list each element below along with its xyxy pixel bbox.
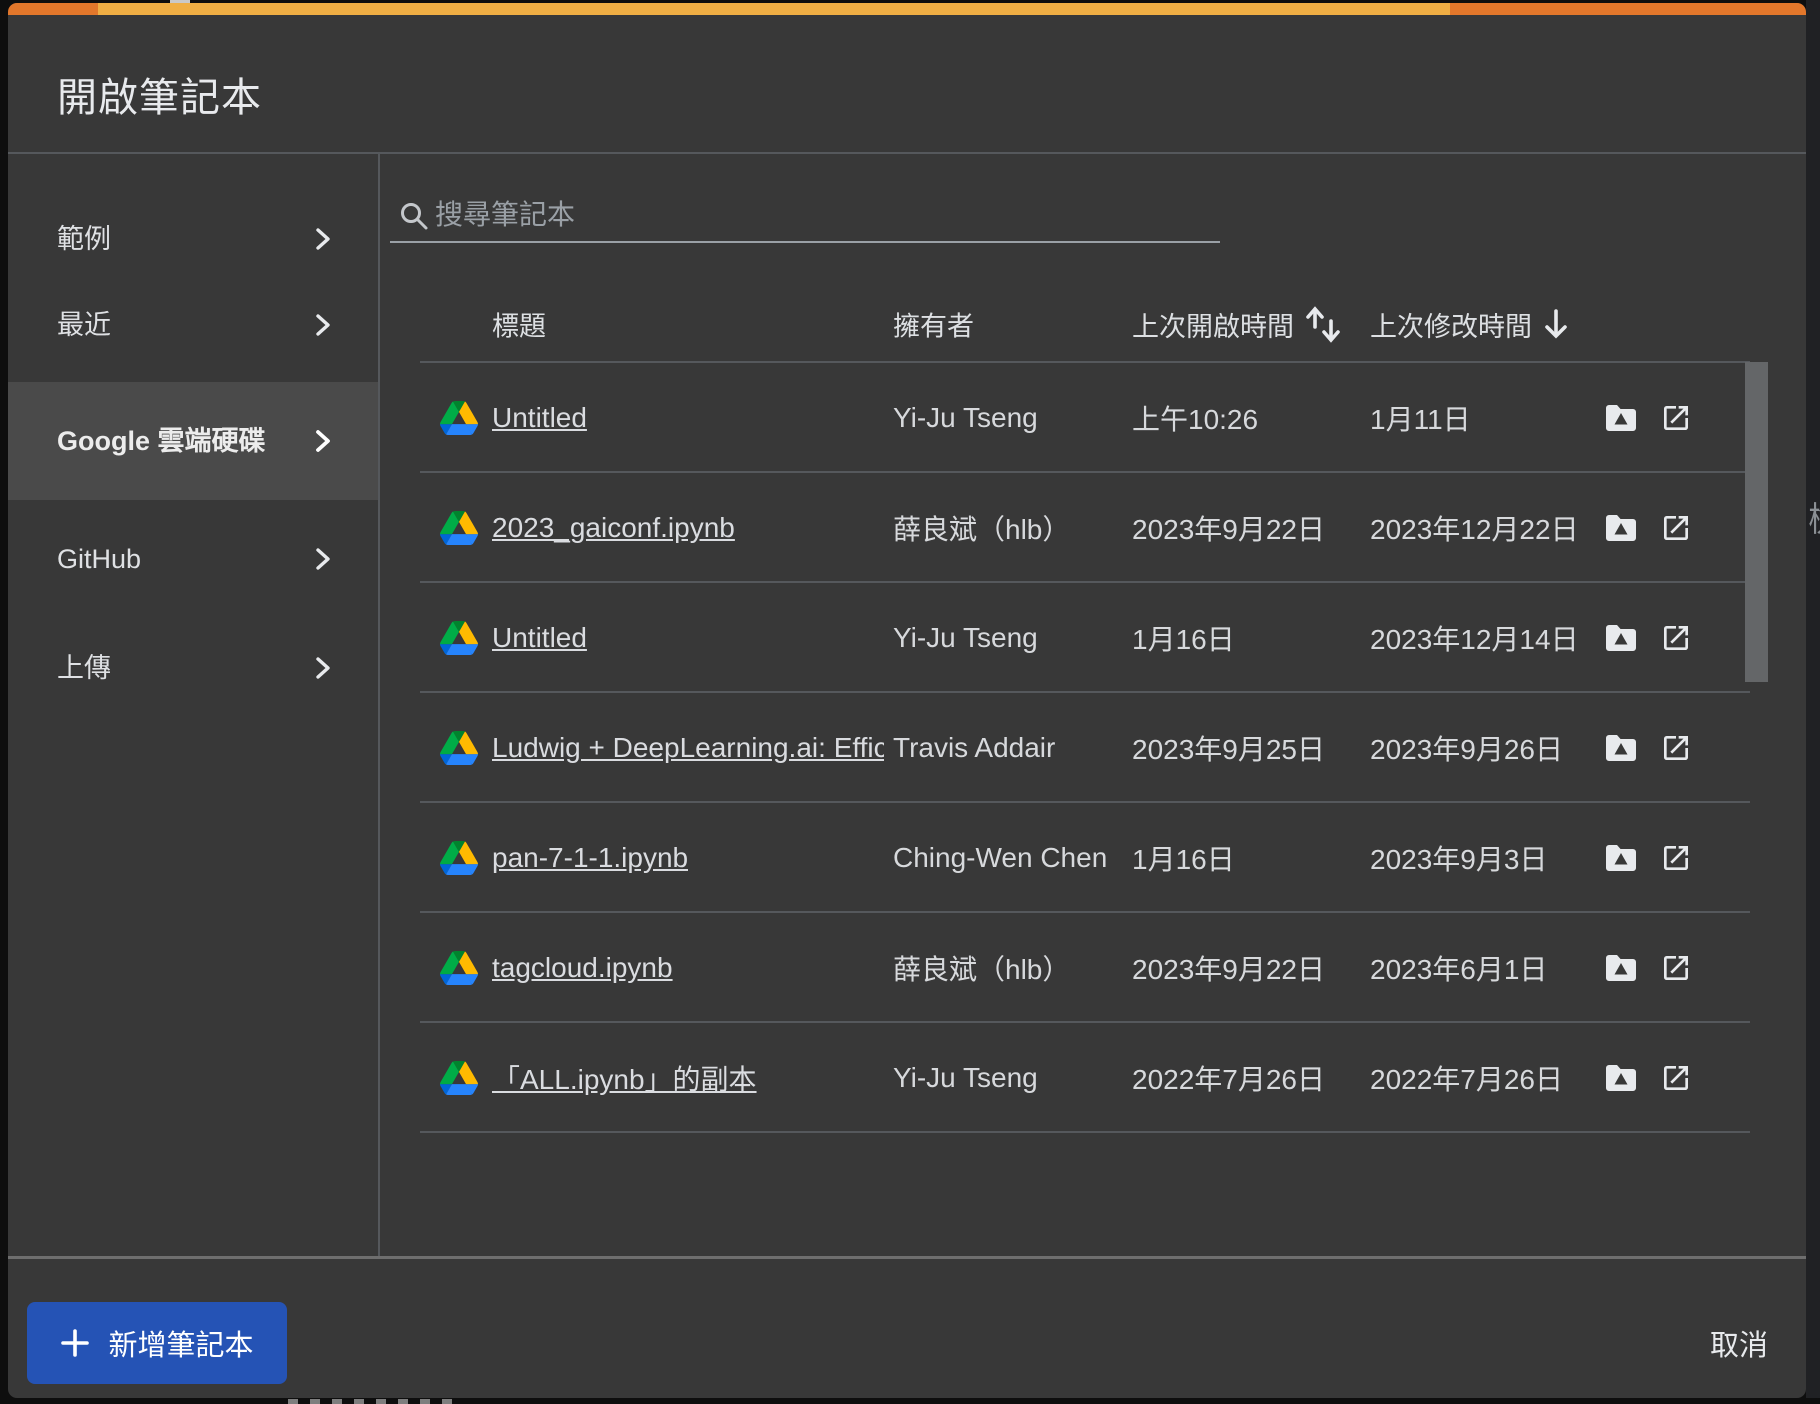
google-drive-icon <box>440 511 478 545</box>
column-header-label: 上次開啟時間 <box>1132 305 1294 344</box>
dialog-title: 開啟筆記本 <box>57 65 262 123</box>
google-drive-icon <box>440 401 478 435</box>
open-in-new-icon[interactable] <box>1660 402 1692 434</box>
notebook-title-link[interactable]: Ludwig + DeepLearning.ai: Efficie… <box>492 732 884 764</box>
table-row: 「ALL.ipynb」的副本 Yi-Ju Tseng 2022年7月26日 20… <box>8 1023 1806 1133</box>
notebook-title-link[interactable]: 2023_gaiconf.ipynb <box>492 512 735 544</box>
title-divider <box>8 152 1806 154</box>
google-drive-icon <box>440 1061 478 1095</box>
last-modified-cell: 2023年12月22日 <box>1370 508 1579 548</box>
search-icon <box>398 200 430 232</box>
column-header-label: 擁有者 <box>893 305 974 344</box>
search-underline <box>390 241 1220 243</box>
column-header-label: 標題 <box>492 305 546 344</box>
list-scrollbar-thumb[interactable] <box>1745 362 1768 682</box>
show-in-drive-icon[interactable] <box>1604 513 1638 543</box>
owner-cell: Travis Addair <box>893 732 1055 764</box>
background-page-strip: 檢 <box>1806 0 1820 1398</box>
sort-up-down-icon <box>1304 301 1342 347</box>
show-in-drive-icon[interactable] <box>1604 733 1638 763</box>
new-notebook-label: 新增筆記本 <box>108 1322 253 1364</box>
table-row: Untitled Yi-Ju Tseng 上午10:26 1月11日 <box>8 363 1806 473</box>
notebook-title-link[interactable]: Untitled <box>492 402 587 434</box>
last-modified-cell: 1月11日 <box>1370 398 1471 438</box>
sidebar-item-label: 範例 <box>57 219 297 259</box>
table-row: 2023_gaiconf.ipynb 薛良斌（hlb） 2023年9月22日 2… <box>8 473 1806 583</box>
last-modified-cell: 2023年12月14日 <box>1370 618 1579 658</box>
last-modified-cell: 2022年7月26日 <box>1370 1058 1563 1098</box>
last-opened-cell: 1月16日 <box>1132 618 1235 658</box>
notebook-title-link[interactable]: pan-7-1-1.ipynb <box>492 842 688 874</box>
column-header-last-modified[interactable]: 上次修改時間 <box>1370 304 1570 344</box>
column-header-owner[interactable]: 擁有者 <box>893 305 974 344</box>
notebook-title-link[interactable]: Untitled <box>492 622 587 654</box>
owner-cell: Yi-Ju Tseng <box>893 1062 1038 1094</box>
show-in-drive-icon[interactable] <box>1604 843 1638 873</box>
owner-cell: Yi-Ju Tseng <box>893 402 1038 434</box>
google-drive-icon <box>440 731 478 765</box>
search-input[interactable] <box>435 193 995 237</box>
notebook-title-link[interactable]: tagcloud.ipynb <box>492 952 673 984</box>
open-in-new-icon[interactable] <box>1660 1062 1692 1094</box>
background-clipped-text: 檢 <box>1808 492 1820 541</box>
last-opened-cell: 2023年9月22日 <box>1132 508 1325 548</box>
open-in-new-icon[interactable] <box>1660 512 1692 544</box>
notebook-title-link[interactable]: 「ALL.ipynb」的副本 <box>492 1058 757 1098</box>
last-opened-cell: 2023年9月25日 <box>1132 728 1325 768</box>
progress-bar-track <box>8 3 1806 15</box>
last-opened-cell: 2023年9月22日 <box>1132 948 1325 988</box>
last-modified-cell: 2023年6月1日 <box>1370 948 1547 988</box>
cancel-button[interactable]: 取消 <box>1648 1313 1768 1373</box>
row-divider <box>420 1131 1750 1133</box>
open-in-new-icon[interactable] <box>1660 952 1692 984</box>
open-in-new-icon[interactable] <box>1660 732 1692 764</box>
new-notebook-button[interactable]: 新增筆記本 <box>27 1302 287 1384</box>
open-notebook-dialog: 開啟筆記本 範例 最近 Google 雲端硬碟 GitHub 上傳 <box>8 3 1806 1398</box>
footer-divider <box>8 1256 1806 1259</box>
table-row: Untitled Yi-Ju Tseng 1月16日 2023年12月14日 <box>8 583 1806 693</box>
google-drive-icon <box>440 621 478 655</box>
open-in-new-icon[interactable] <box>1660 842 1692 874</box>
google-drive-icon <box>440 841 478 875</box>
column-header-title[interactable]: 標題 <box>492 305 546 344</box>
chevron-right-icon <box>308 224 338 254</box>
table-row: tagcloud.ipynb 薛良斌（hlb） 2023年9月22日 2023年… <box>8 913 1806 1023</box>
table-row: pan-7-1-1.ipynb Ching-Wen Chen 1月16日 202… <box>8 803 1806 913</box>
notebook-list: Untitled Yi-Ju Tseng 上午10:26 1月11日 2023_… <box>8 363 1806 1133</box>
last-opened-cell: 2022年7月26日 <box>1132 1058 1325 1098</box>
last-modified-cell: 2023年9月26日 <box>1370 728 1563 768</box>
owner-cell: 薛良斌（hlb） <box>893 948 1070 988</box>
background-clipped-text-bottom <box>288 1399 458 1404</box>
owner-cell: 薛良斌（hlb） <box>893 508 1070 548</box>
table-header-row: 標題 擁有者 上次開啟時間 上次修改時間 <box>8 299 1806 349</box>
plus-icon <box>60 1328 90 1358</box>
last-opened-cell: 1月16日 <box>1132 838 1235 878</box>
owner-cell: Ching-Wen Chen <box>893 842 1107 874</box>
sidebar-item-examples[interactable]: 範例 <box>8 189 378 289</box>
google-drive-icon <box>440 951 478 985</box>
table-row: Ludwig + DeepLearning.ai: Efficie… Travi… <box>8 693 1806 803</box>
show-in-drive-icon[interactable] <box>1604 623 1638 653</box>
show-in-drive-icon[interactable] <box>1604 1063 1638 1093</box>
column-header-label: 上次修改時間 <box>1370 305 1532 344</box>
last-modified-cell: 2023年9月3日 <box>1370 838 1547 878</box>
show-in-drive-icon[interactable] <box>1604 953 1638 983</box>
show-in-drive-icon[interactable] <box>1604 403 1638 433</box>
sort-down-icon <box>1542 304 1570 344</box>
last-opened-cell: 上午10:26 <box>1132 398 1258 438</box>
owner-cell: Yi-Ju Tseng <box>893 622 1038 654</box>
open-in-new-icon[interactable] <box>1660 622 1692 654</box>
column-header-last-opened[interactable]: 上次開啟時間 <box>1132 301 1342 347</box>
progress-bar-chunk <box>98 3 1450 15</box>
